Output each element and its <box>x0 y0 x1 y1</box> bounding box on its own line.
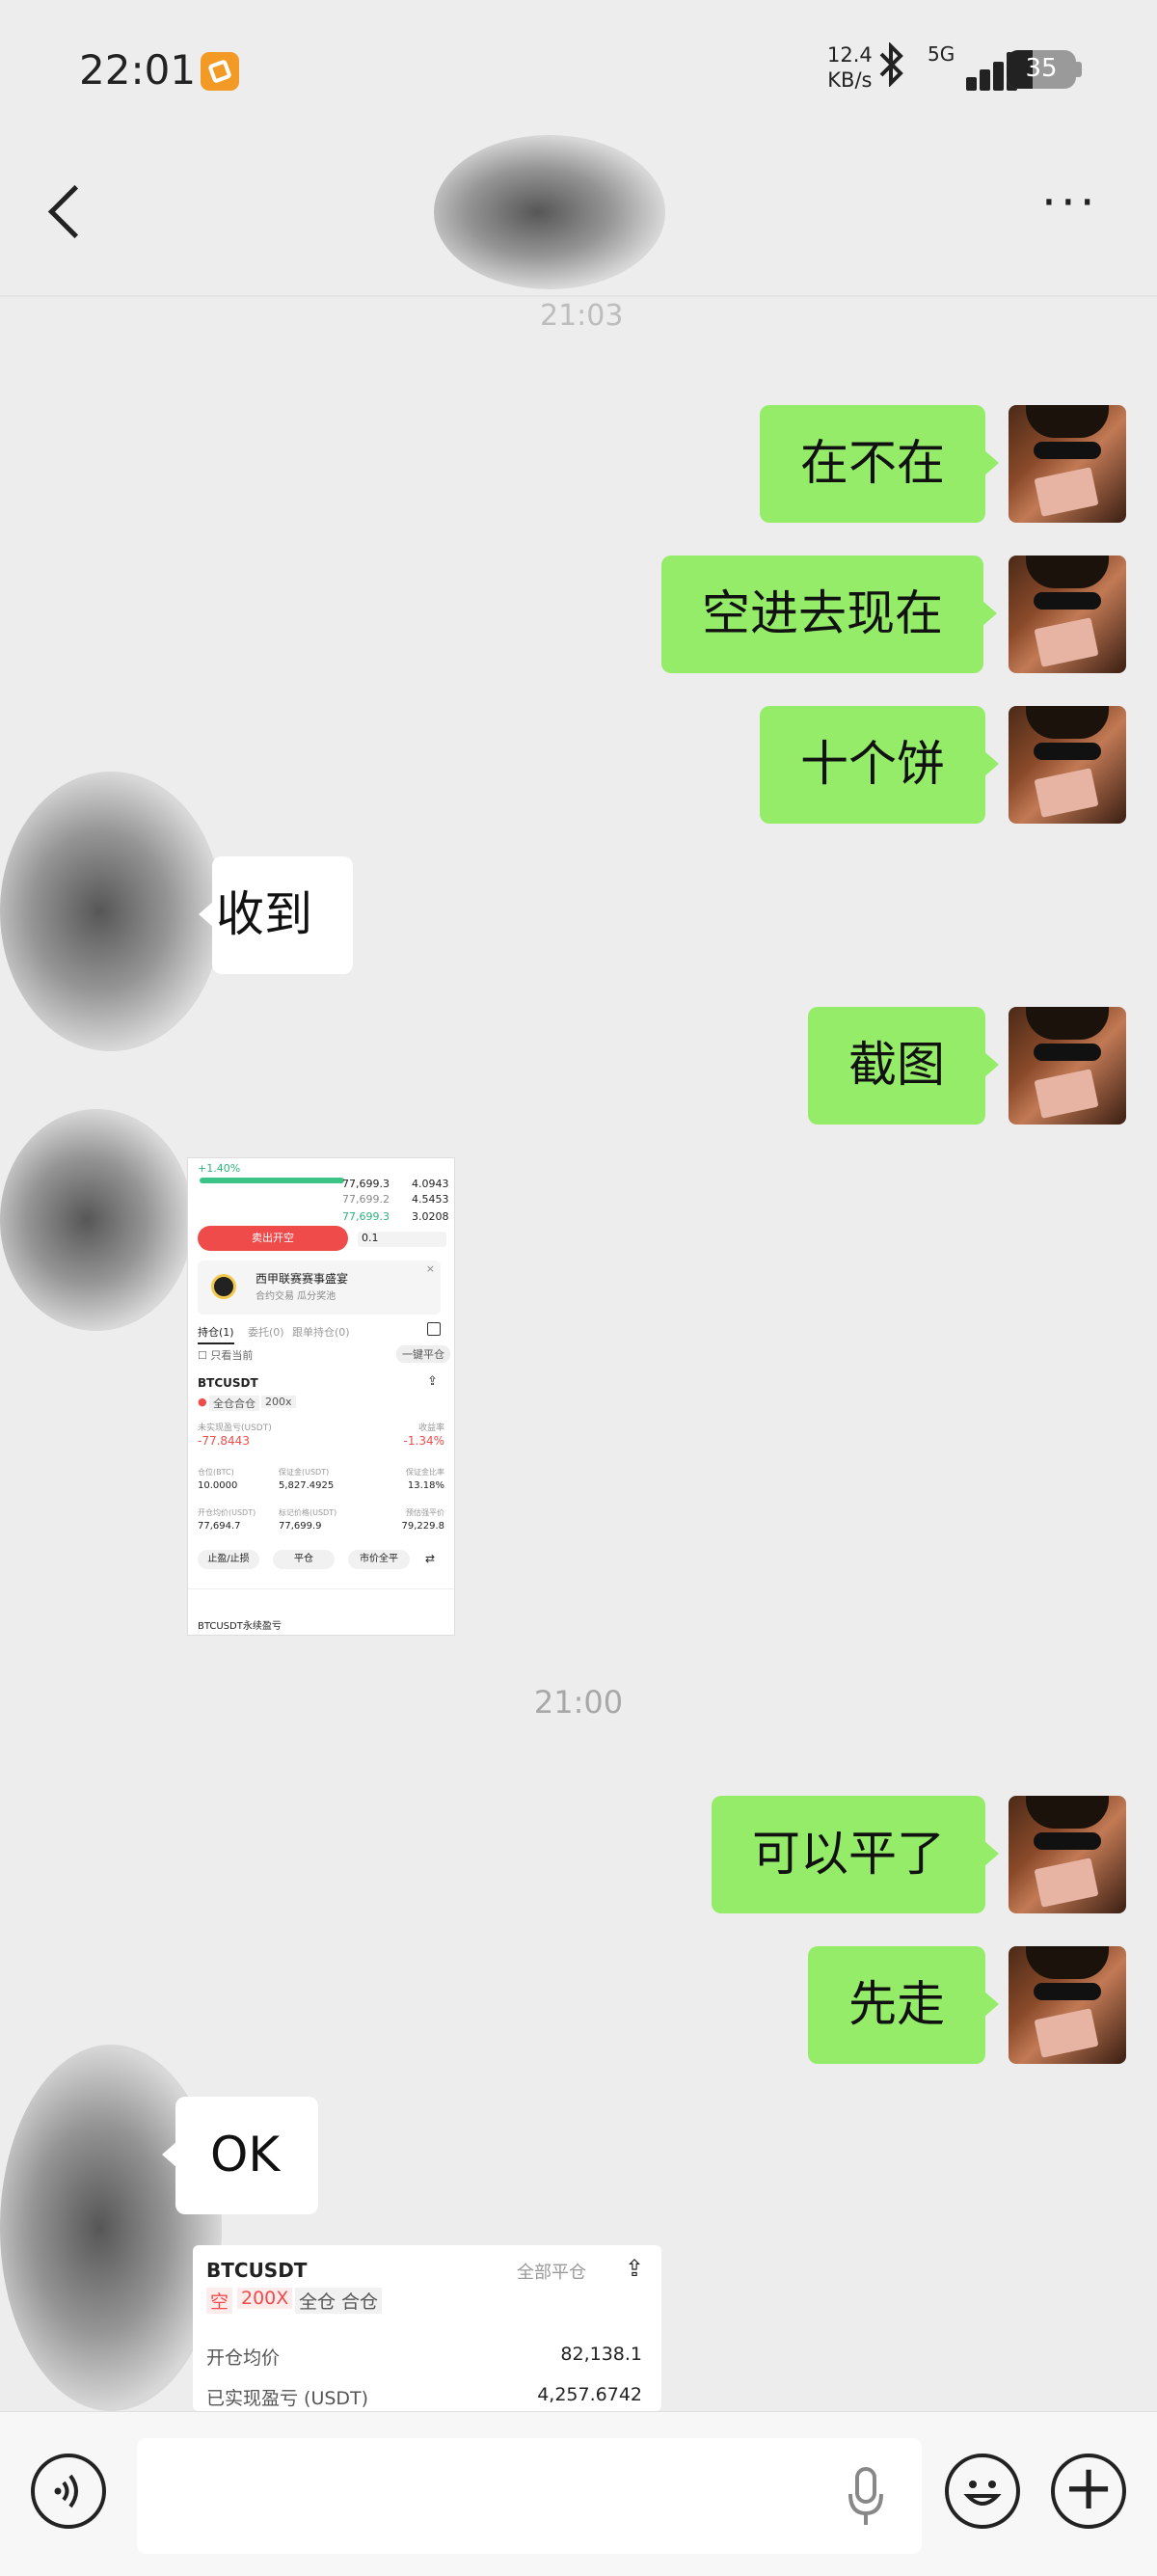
nav-divider <box>0 295 1157 297</box>
contact-avatar-redacted[interactable] <box>0 772 222 1051</box>
leverage-tag: 200x <box>261 1396 296 1408</box>
mic-icon[interactable] <box>848 2467 883 2529</box>
message-bubble-sent[interactable]: 在不在 <box>760 405 999 523</box>
entry-label: 开仓均价 <box>206 2347 281 2369</box>
order-book-qty: 4.0943 <box>412 1178 449 1190</box>
footer-label: BTCUSDT永续盈亏 <box>198 1621 282 1632</box>
realized-pnl-value: 4,257.6742 <box>537 2384 642 2405</box>
mark-label: 标记价格(USDT) <box>279 1508 337 1517</box>
order-book-price: 77,699.3 <box>342 1178 390 1190</box>
tab-copy[interactable]: 跟单持仓(0) <box>292 1324 350 1340</box>
my-avatar[interactable] <box>1009 556 1126 673</box>
bluetooth-icon <box>875 41 908 97</box>
sell-short-button[interactable]: 卖出开空 <box>198 1226 348 1251</box>
ratio-label: 保证金比率 <box>406 1468 444 1477</box>
hide-other-label: 只看当前 <box>210 1349 254 1362</box>
message-bubble-sent[interactable]: 截图 <box>808 1007 999 1125</box>
roe-value: -1.34% <box>403 1434 444 1448</box>
amount-field[interactable]: 0.1 <box>358 1232 446 1247</box>
order-book-price: 77,699.2 <box>342 1193 390 1206</box>
share-icon[interactable]: ⇪ <box>625 2255 644 2282</box>
promo-banner[interactable]: 西甲联赛赛事盛宴 合约交易 瓜分奖池 × <box>198 1261 441 1315</box>
tab-orders[interactable]: 委托(0) <box>248 1324 284 1340</box>
my-avatar[interactable] <box>1009 1007 1126 1125</box>
message-bubble-sent[interactable]: 先走 <box>808 1946 999 2064</box>
redacted-contact-name <box>434 135 665 289</box>
market-close-button[interactable]: 市价全平 <box>348 1550 410 1569</box>
promo-logo-icon <box>211 1274 236 1299</box>
ratio-value: 13.18% <box>407 1480 444 1491</box>
roe-label: 收益率 <box>417 1424 444 1433</box>
size-value: 10.0000 <box>198 1480 238 1491</box>
tpsl-button[interactable]: 止盈/止损 <box>198 1550 259 1569</box>
depth-bar <box>200 1178 344 1183</box>
margin-value: 5,827.4925 <box>279 1480 335 1491</box>
liq-value: 79,229.8 <box>401 1521 444 1532</box>
leverage-tag: 200X <box>237 2288 293 2309</box>
order-book-qty: 3.0208 <box>412 1210 449 1223</box>
battery-icon: 35 <box>1007 50 1076 89</box>
network-speed-unit: KB/s <box>827 68 873 92</box>
symbol-label[interactable]: BTCUSDT <box>198 1376 258 1390</box>
my-avatar[interactable] <box>1009 706 1126 824</box>
emoji-icon[interactable] <box>945 2454 1020 2529</box>
timestamp: 21:00 <box>533 1684 624 1721</box>
realized-pnl-label: 已实现盈亏 (USDT) <box>206 2388 369 2409</box>
close-all-button[interactable]: 全部平仓 <box>517 2259 586 2284</box>
partially-hidden-timestamp: 21:03 <box>540 299 624 333</box>
message-input[interactable] <box>137 2438 922 2554</box>
hide-other-pairs[interactable]: ☐ 只看当前 <box>198 1347 253 1363</box>
orders-icon[interactable] <box>427 1322 441 1336</box>
battery-tip <box>1076 62 1082 77</box>
network-type: 5G <box>928 42 955 66</box>
message-bubble-sent[interactable]: 可以平了 <box>712 1796 999 1913</box>
trading-screenshot-image[interactable]: +1.40% 77,699.3 4.0943 77,699.2 4.5453 7… <box>187 1157 455 1636</box>
close-icon[interactable]: × <box>426 1262 435 1275</box>
size-label: 仓位(BTC) <box>198 1468 234 1477</box>
price-change: +1.40% <box>198 1162 241 1175</box>
more-icon[interactable]: ··· <box>1041 178 1109 231</box>
liq-label: 预估强平价 <box>406 1508 444 1517</box>
promo-title: 西甲联赛赛事盛宴 <box>256 1272 349 1286</box>
message-bubble-sent[interactable]: 十个饼 <box>760 706 999 824</box>
short-tag: 空 <box>206 2288 233 2314</box>
message-bubble-sent[interactable]: 空进去现在 <box>661 556 997 673</box>
contact-avatar-redacted[interactable] <box>0 1109 193 1331</box>
message-bubble-received[interactable]: 收到 <box>199 856 353 974</box>
margin-mode-tag: 全仓 合仓 <box>295 2288 383 2314</box>
reverse-icon[interactable]: ⇄ <box>425 1552 435 1565</box>
my-avatar[interactable] <box>1009 405 1126 523</box>
margin-mode-tag: 全仓合仓 <box>209 1396 259 1411</box>
my-avatar[interactable] <box>1009 1946 1126 2064</box>
plus-icon[interactable]: + <box>1051 2454 1126 2529</box>
margin-label: 保证金(USDT) <box>279 1468 330 1477</box>
card-divider <box>188 1588 454 1589</box>
order-book-price: 77,699.3 <box>342 1210 390 1223</box>
mark-value: 77,699.9 <box>279 1521 322 1532</box>
back-icon[interactable] <box>39 179 96 247</box>
message-bubble-received[interactable]: OK <box>161 2097 319 2214</box>
close-all-button[interactable]: 一键平仓 <box>396 1345 450 1363</box>
symbol-label: BTCUSDT <box>206 2259 308 2282</box>
network-speed: 12.4 KB/s <box>827 42 873 93</box>
short-tag: ● <box>198 1396 207 1408</box>
entry-value: 77,694.7 <box>198 1521 241 1532</box>
promo-subtitle: 合约交易 瓜分奖池 <box>256 1291 336 1302</box>
my-avatar[interactable] <box>1009 1796 1126 1913</box>
app-notification-icon <box>201 52 239 91</box>
voice-icon[interactable] <box>31 2454 106 2529</box>
entry-value: 82,138.1 <box>560 2344 642 2365</box>
battery-level: 35 <box>1025 54 1058 83</box>
share-icon[interactable]: ⇪ <box>427 1374 438 1389</box>
network-speed-value: 12.4 <box>827 43 873 67</box>
pnl-value: -77.8443 <box>198 1434 250 1448</box>
pnl-label: 未实现盈亏(USDT) <box>198 1424 272 1433</box>
entry-label: 开仓均价(USDT) <box>198 1508 256 1517</box>
close-position-button[interactable]: 平仓 <box>273 1550 335 1569</box>
trading-screenshot-image[interactable]: BTCUSDT 全部平仓 ⇪ 空 200X 全仓 合仓 开仓均价 82,138.… <box>193 2245 661 2411</box>
status-time: 22:01 <box>79 46 197 94</box>
order-book-qty: 4.5453 <box>412 1193 449 1206</box>
tab-positions[interactable]: 持仓(1) <box>198 1324 234 1344</box>
